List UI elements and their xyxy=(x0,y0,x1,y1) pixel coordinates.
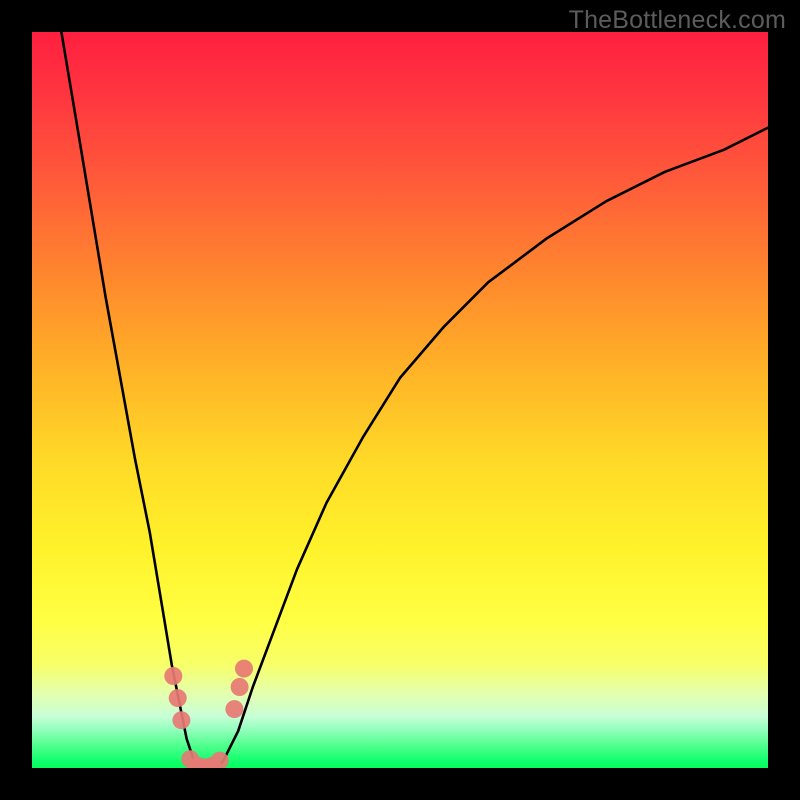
data-marker xyxy=(169,689,187,707)
curve-path xyxy=(61,32,768,768)
bottleneck-curve-svg xyxy=(32,32,768,768)
data-marker xyxy=(225,700,243,718)
plot-area xyxy=(32,32,768,768)
chart-frame: TheBottleneck.com xyxy=(0,0,800,800)
data-marker xyxy=(235,660,253,678)
curve-line xyxy=(61,32,768,768)
watermark-text: TheBottleneck.com xyxy=(569,6,786,35)
data-marker xyxy=(164,667,182,685)
curve-markers xyxy=(164,660,253,768)
data-marker xyxy=(231,678,249,696)
data-marker xyxy=(172,711,190,729)
